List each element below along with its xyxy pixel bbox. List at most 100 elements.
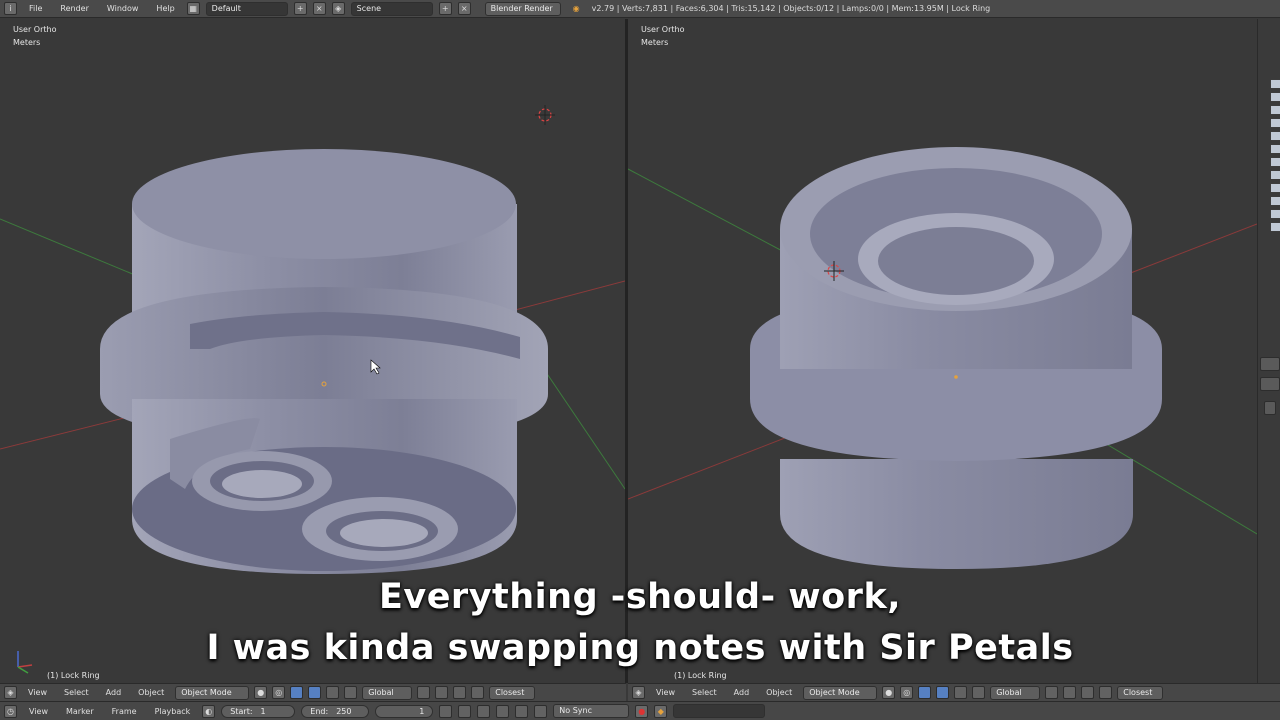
snap-target-selector[interactable]: Closest xyxy=(489,685,536,700)
editor-type-icon[interactable]: ◈ xyxy=(4,686,17,699)
modifier-icon[interactable] xyxy=(1270,131,1280,141)
y-axis-line xyxy=(628,168,789,255)
modifier-icon[interactable] xyxy=(1270,105,1280,115)
subtitle-line-2: I was kinda swapping notes with Sir Peta… xyxy=(206,628,1074,668)
orientation-selector[interactable]: Global xyxy=(362,685,413,700)
layers-icon[interactable] xyxy=(435,686,449,699)
menu-window[interactable]: Window xyxy=(101,4,145,13)
modifier-icon[interactable] xyxy=(1270,157,1280,167)
x-axis-line-2 xyxy=(499,280,625,315)
menu-select[interactable]: Select xyxy=(686,688,723,697)
right-boss-hole xyxy=(340,519,428,547)
editor-type-icon[interactable]: ◈ xyxy=(632,686,645,699)
sidebar-tab[interactable] xyxy=(1260,377,1280,391)
orientation-selector[interactable]: Global xyxy=(990,685,1041,700)
current-frame-field[interactable]: 1 xyxy=(375,704,434,718)
menu-help[interactable]: Help xyxy=(150,4,180,13)
scale-icon[interactable] xyxy=(972,686,986,699)
object-name-label: (1) Lock Ring xyxy=(47,671,100,680)
keying-set-icon[interactable]: ◆ xyxy=(654,704,668,718)
shading-icon[interactable]: ● xyxy=(882,686,896,699)
timeline-editor-icon[interactable]: ◷ xyxy=(4,704,17,718)
modifier-icon[interactable] xyxy=(1270,209,1280,219)
modifier-icon[interactable] xyxy=(1270,196,1280,206)
subtitle-line-1: Everything -should- work, xyxy=(378,577,902,617)
3d-cursor-icon[interactable] xyxy=(535,105,555,125)
menu-object[interactable]: Object xyxy=(132,688,170,697)
record-icon[interactable]: ● xyxy=(635,704,649,718)
menu-render[interactable]: Render xyxy=(54,4,94,13)
shading-icon[interactable]: ● xyxy=(254,686,268,699)
menu-add[interactable]: Add xyxy=(100,688,128,697)
end-value: 250 xyxy=(336,706,352,716)
next-keyframe-icon[interactable] xyxy=(515,704,529,718)
menu-marker[interactable]: Marker xyxy=(60,707,100,716)
scale-icon[interactable] xyxy=(344,686,358,699)
sync-selector[interactable]: No Sync xyxy=(553,704,630,718)
lower-skirt xyxy=(780,459,1133,569)
play-reverse-icon[interactable] xyxy=(477,704,491,718)
snap-element-icon[interactable] xyxy=(1099,686,1113,699)
info-editor-icon[interactable]: i xyxy=(4,2,17,15)
menu-object[interactable]: Object xyxy=(760,688,798,697)
sidebar-tab[interactable] xyxy=(1260,357,1280,371)
modifier-icon[interactable] xyxy=(1270,222,1280,232)
menu-playback[interactable]: Playback xyxy=(149,707,197,716)
mode-selector[interactable]: Object Mode xyxy=(803,685,878,700)
menu-frame[interactable]: Frame xyxy=(106,707,143,716)
modifier-icon[interactable] xyxy=(1270,144,1280,154)
modifier-icon[interactable] xyxy=(1270,170,1280,180)
screen-layout-icon[interactable]: ▦ xyxy=(186,2,200,15)
layers-icon[interactable] xyxy=(1045,686,1059,699)
remove-layout-button[interactable]: × xyxy=(312,2,326,15)
menu-select[interactable]: Select xyxy=(58,688,95,697)
menu-file[interactable]: File xyxy=(23,4,48,13)
viewport-header-left: ◈ View Select Add Object Object Mode ● ◎… xyxy=(0,683,626,701)
layers-icon[interactable] xyxy=(1063,686,1077,699)
scene-selector[interactable]: Scene xyxy=(350,1,433,16)
add-scene-button[interactable]: + xyxy=(438,2,452,15)
menu-view[interactable]: View xyxy=(23,707,54,716)
translate-icon[interactable] xyxy=(936,686,950,699)
modifier-icon[interactable] xyxy=(1270,79,1280,89)
layout-selector[interactable]: Default xyxy=(205,1,288,16)
scene-icon[interactable]: ◈ xyxy=(331,2,345,15)
snap-target-selector[interactable]: Closest xyxy=(1117,685,1164,700)
remove-scene-button[interactable]: × xyxy=(457,2,471,15)
preview-range-icon[interactable]: ◐ xyxy=(202,704,216,718)
play-icon[interactable] xyxy=(496,704,510,718)
layers-icon[interactable] xyxy=(417,686,431,699)
jump-end-icon[interactable] xyxy=(534,704,548,718)
blender-logo-icon: ◉ xyxy=(572,4,580,13)
render-engine-selector[interactable]: Blender Render xyxy=(484,1,561,16)
mode-selector[interactable]: Object Mode xyxy=(175,685,250,700)
modifier-icon[interactable] xyxy=(1270,92,1280,102)
prev-keyframe-icon[interactable] xyxy=(458,704,472,718)
pivot-icon[interactable]: ◎ xyxy=(272,686,286,699)
rotate-icon[interactable] xyxy=(954,686,968,699)
manipulator-icon[interactable] xyxy=(918,686,932,699)
manipulator-icon[interactable] xyxy=(290,686,304,699)
rotate-icon[interactable] xyxy=(326,686,340,699)
snap-element-icon[interactable] xyxy=(471,686,485,699)
keying-set-field[interactable] xyxy=(673,704,766,718)
snap-icon[interactable] xyxy=(1081,686,1095,699)
menu-view[interactable]: View xyxy=(22,688,53,697)
pivot-icon[interactable]: ◎ xyxy=(900,686,914,699)
sidebar-tab[interactable] xyxy=(1264,401,1276,415)
start-frame-field[interactable]: Start: 1 xyxy=(221,704,296,718)
translate-icon[interactable] xyxy=(308,686,322,699)
top-info-bar: i File Render Window Help ▦ Default + × … xyxy=(0,0,1280,18)
scene-stats: v2.79 | Verts:7,831 | Faces:6,304 | Tris… xyxy=(591,4,991,13)
snap-icon[interactable] xyxy=(453,686,467,699)
jump-start-icon[interactable] xyxy=(439,704,453,718)
timeline-header: ◷ View Marker Frame Playback ◐ Start: 1 … xyxy=(0,701,1280,720)
end-frame-field[interactable]: End: 250 xyxy=(301,704,370,718)
add-layout-button[interactable]: + xyxy=(293,2,307,15)
menu-add[interactable]: Add xyxy=(728,688,756,697)
modifier-icon[interactable] xyxy=(1270,118,1280,128)
modifier-icon[interactable] xyxy=(1270,183,1280,193)
start-label: Start: xyxy=(230,706,253,716)
menu-view[interactable]: View xyxy=(650,688,681,697)
object-origin xyxy=(954,375,958,379)
